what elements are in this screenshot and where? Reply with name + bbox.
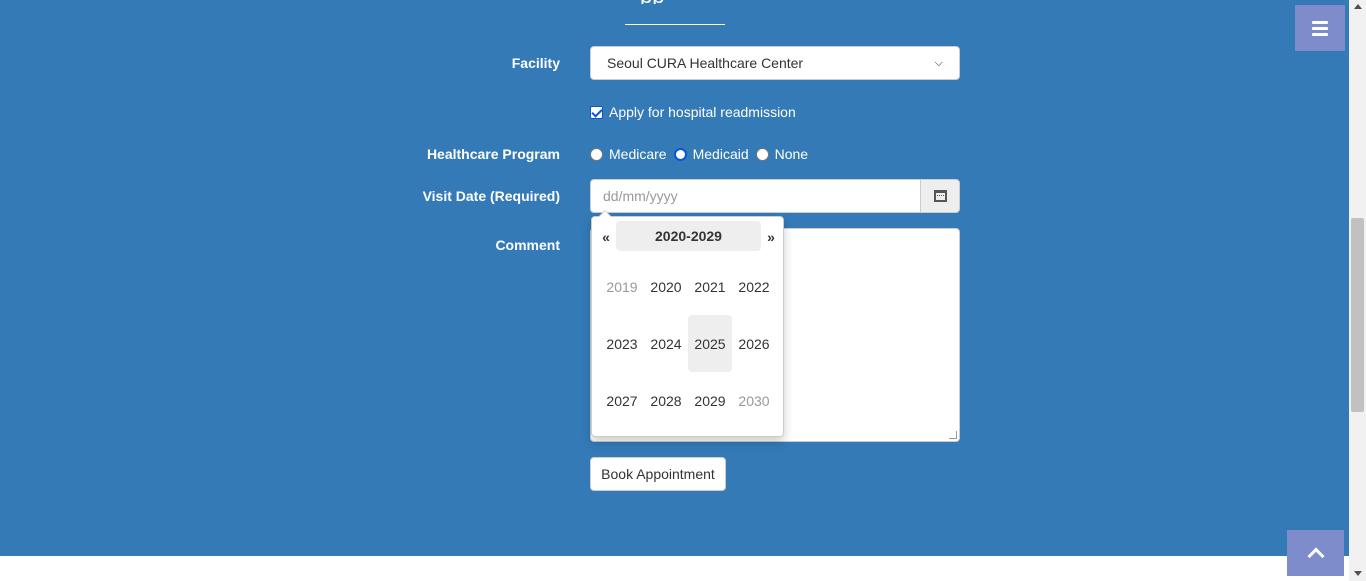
chevron-up-icon — [1307, 547, 1324, 565]
page-scrollbar[interactable] — [1349, 0, 1366, 581]
menu-icon — [1312, 20, 1328, 36]
facility-selected-value: Seoul CURA Healthcare Center — [607, 55, 804, 71]
radio-medicaid-label: Medicaid — [692, 146, 749, 162]
book-appointment-button[interactable]: Book Appointment — [590, 457, 726, 491]
page-title-fragment: pp — [640, 0, 670, 4]
datepicker-decade-switch[interactable]: 2020-2029 — [616, 221, 761, 251]
calendar-icon — [933, 190, 947, 202]
datepicker-year[interactable]: 2020 — [644, 258, 688, 315]
scroll-up-arrow-icon[interactable] — [1354, 4, 1362, 9]
radio-medicare-label: Medicare — [609, 146, 667, 162]
readmission-checkbox[interactable] — [590, 105, 603, 119]
resize-handle-icon[interactable] — [949, 431, 957, 439]
visit-date-label: Visit Date (Required) — [422, 188, 560, 204]
radio-none[interactable] — [755, 147, 769, 161]
datepicker-year-current[interactable]: 2025 — [688, 315, 732, 372]
readmission-label: Apply for hospital readmission — [609, 104, 796, 120]
radio-medicaid[interactable] — [673, 147, 687, 161]
datepicker-year[interactable]: 2023 — [600, 315, 644, 372]
readmission-checkbox-row[interactable]: Apply for hospital readmission — [590, 103, 796, 121]
scroll-to-top-button[interactable] — [1287, 530, 1344, 576]
calendar-button[interactable] — [920, 179, 960, 213]
radio-none-label: None — [774, 146, 809, 162]
datepicker-year[interactable]: 2021 — [688, 258, 732, 315]
datepicker-year[interactable]: 2024 — [644, 315, 688, 372]
datepicker-year[interactable]: 2030 — [732, 372, 776, 429]
healthcare-program-label: Healthcare Program — [426, 146, 560, 162]
datepicker-prev-button[interactable]: « — [598, 227, 614, 247]
datepicker-year[interactable]: 2022 — [732, 258, 776, 315]
appointment-section: pp Facility Seoul CURA Healthcare Center… — [0, 0, 1349, 556]
datepicker-year[interactable]: 2029 — [688, 372, 732, 429]
datepicker-next-button[interactable]: » — [763, 227, 779, 247]
visit-date-placeholder: dd/mm/yyyy — [603, 188, 678, 204]
comment-label: Comment — [495, 237, 560, 253]
datepicker-year[interactable]: 2019 — [600, 258, 644, 315]
datepicker-year[interactable]: 2027 — [600, 372, 644, 429]
radio-medicare[interactable] — [590, 147, 603, 161]
datepicker-year[interactable]: 2028 — [644, 372, 688, 429]
healthcare-program-group: Medicare Medicaid None — [590, 145, 815, 163]
menu-toggle-button[interactable] — [1295, 5, 1345, 51]
visit-date-input[interactable]: dd/mm/yyyy — [590, 179, 921, 213]
facility-select[interactable]: Seoul CURA Healthcare Center ⌵ — [590, 46, 960, 80]
datepicker-year[interactable]: 2026 — [732, 315, 776, 372]
scroll-down-arrow-icon[interactable] — [1354, 571, 1362, 576]
chevron-down-icon: ⌵ — [934, 56, 943, 69]
datepicker-popup: « 2020-2029 » 2019 2020 2021 2022 2023 2… — [591, 210, 784, 437]
title-divider — [625, 24, 725, 25]
scrollbar-thumb[interactable] — [1351, 218, 1364, 412]
datepicker-year-grid: 2019 2020 2021 2022 2023 2024 2025 2026 … — [600, 258, 776, 429]
facility-label: Facility — [511, 55, 560, 71]
